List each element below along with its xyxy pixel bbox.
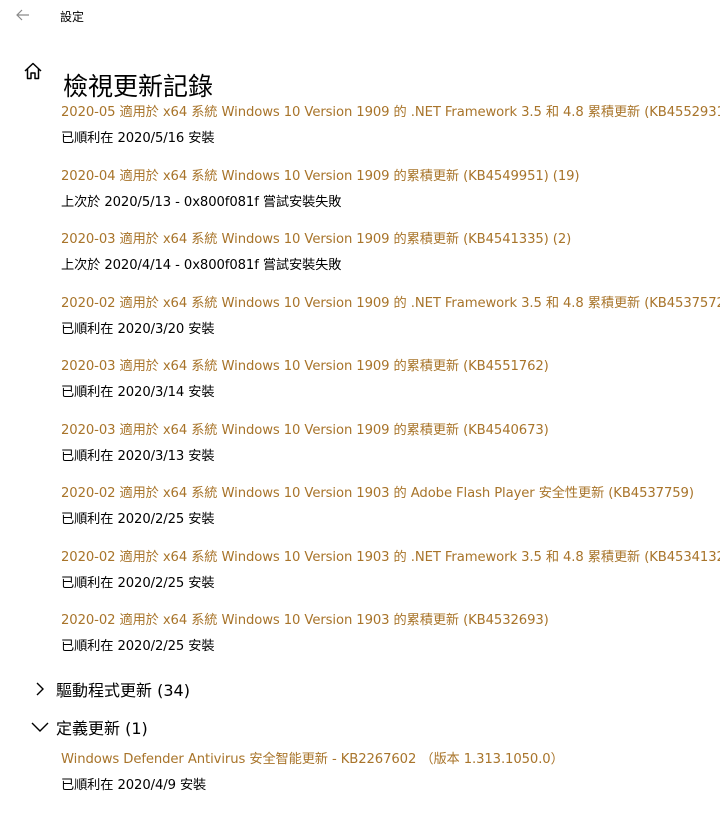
list-item: 2020-02 適用於 x64 系統 Windows 10 Version 19… bbox=[61, 611, 711, 675]
chevron-down-icon bbox=[30, 717, 50, 737]
update-status: 已順利在 2020/2/25 安裝 bbox=[61, 512, 215, 527]
page-header: 檢視更新記錄 bbox=[0, 48, 720, 101]
list-item: 2020-03 適用於 x64 系統 Windows 10 Version 19… bbox=[61, 357, 711, 421]
update-link[interactable]: 2020-03 適用於 x64 系統 Windows 10 Version 19… bbox=[61, 230, 711, 250]
update-status: 已順利在 2020/4/9 安裝 bbox=[61, 778, 207, 793]
list-item: 2020-03 適用於 x64 系統 Windows 10 Version 19… bbox=[61, 230, 711, 294]
update-status: 已順利在 2020/2/25 安裝 bbox=[61, 575, 215, 591]
update-link[interactable]: 2020-02 適用於 x64 系統 Windows 10 Version 19… bbox=[61, 484, 711, 504]
update-status: 上次於 2020/4/14 - 0x800f081f 嘗試安裝失敗 bbox=[61, 258, 342, 273]
list-item: 2020-03 適用於 x64 系統 Windows 10 Version 19… bbox=[61, 421, 711, 485]
quality-updates-list: 2020-05 適用於 x64 系統 Windows 10 Version 19… bbox=[61, 103, 720, 675]
title-bar: 設定 bbox=[0, 0, 720, 32]
update-link[interactable]: 2020-02 適用於 x64 系統 Windows 10 Version 19… bbox=[61, 548, 720, 568]
update-link[interactable]: 2020-02 適用於 x64 系統 Windows 10 Version 19… bbox=[61, 294, 720, 314]
section-driver-updates[interactable]: 驅動程式更新 (34) bbox=[30, 676, 190, 702]
list-item: 2020-02 適用於 x64 系統 Windows 10 Version 19… bbox=[61, 294, 720, 358]
update-link[interactable]: 2020-04 適用於 x64 系統 Windows 10 Version 19… bbox=[61, 167, 711, 187]
list-item: 2020-05 適用於 x64 系統 Windows 10 Version 19… bbox=[61, 103, 720, 167]
definition-updates-list: Windows Defender Antivirus 安全智能更新 - KB22… bbox=[61, 750, 711, 814]
update-link[interactable]: 2020-05 適用於 x64 系統 Windows 10 Version 19… bbox=[61, 103, 720, 123]
chevron-right-icon bbox=[30, 679, 50, 699]
section-definition-updates[interactable]: 定義更新 (1) bbox=[30, 714, 148, 740]
list-item: 2020-04 適用於 x64 系統 Windows 10 Version 19… bbox=[61, 167, 711, 231]
update-status: 已順利在 2020/5/16 安裝 bbox=[61, 131, 215, 146]
section-label: 驅動程式更新 (34) bbox=[56, 681, 190, 700]
update-status: 已順利在 2020/3/13 安裝 bbox=[61, 448, 215, 464]
update-status: 已順利在 2020/3/14 安裝 bbox=[61, 385, 215, 400]
list-item: 2020-02 適用於 x64 系統 Windows 10 Version 19… bbox=[61, 548, 720, 612]
update-status: 已順利在 2020/2/25 安裝 bbox=[61, 639, 215, 654]
update-link[interactable]: Windows Defender Antivirus 安全智能更新 - KB22… bbox=[61, 750, 711, 770]
update-link[interactable]: 2020-03 適用於 x64 系統 Windows 10 Version 19… bbox=[61, 421, 711, 441]
list-item: Windows Defender Antivirus 安全智能更新 - KB22… bbox=[61, 750, 711, 814]
back-button[interactable] bbox=[12, 4, 34, 26]
update-link[interactable]: 2020-03 適用於 x64 系統 Windows 10 Version 19… bbox=[61, 357, 711, 377]
list-item: 2020-02 適用於 x64 系統 Windows 10 Version 19… bbox=[61, 484, 711, 548]
back-arrow-icon bbox=[16, 9, 29, 21]
section-label: 定義更新 (1) bbox=[56, 719, 148, 738]
window-title: 設定 bbox=[60, 10, 85, 24]
page-title: 檢視更新記錄 bbox=[63, 71, 214, 101]
update-link[interactable]: 2020-02 適用於 x64 系統 Windows 10 Version 19… bbox=[61, 611, 711, 631]
update-status: 已順利在 2020/3/20 安裝 bbox=[61, 321, 215, 337]
update-status: 上次於 2020/5/13 - 0x800f081f 嘗試安裝失敗 bbox=[61, 194, 342, 210]
home-icon bbox=[24, 62, 42, 80]
